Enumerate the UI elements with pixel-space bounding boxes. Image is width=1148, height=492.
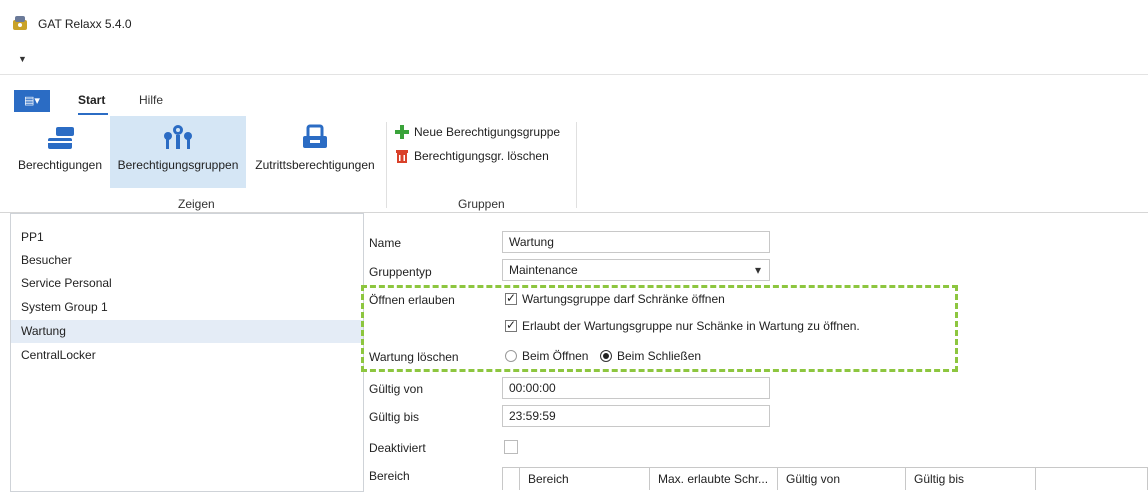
oeffnen-checkbox[interactable] xyxy=(505,291,517,305)
gueltig-von-input[interactable]: 00:00:00 xyxy=(502,377,770,399)
bereich-grid[interactable]: Bereich Max. erlaubte Schr... Gültig von… xyxy=(502,467,1148,490)
tab-hilfe[interactable]: Hilfe xyxy=(139,93,163,107)
zutrittsberechtigungen-button[interactable]: Zutrittsberechtigungen xyxy=(248,116,382,188)
nur-wartung-checkbox[interactable] xyxy=(505,318,517,332)
wartung-loeschen-label: Wartung löschen xyxy=(369,350,459,364)
app-logo-icon xyxy=(12,15,28,31)
ribbon: Berechtigungen Berechtigungsgruppen Zutr… xyxy=(0,116,1148,213)
beim-oeffnen-label: Beim Öffnen xyxy=(522,349,589,363)
window-title: GAT Relaxx 5.4.0 xyxy=(38,17,132,31)
list-item-selected[interactable]: Wartung xyxy=(11,320,363,343)
name-input[interactable]: Wartung xyxy=(502,231,770,253)
berechtigungsgruppen-label: Berechtigungsgruppen xyxy=(117,158,239,172)
grid-column-header[interactable]: Bereich xyxy=(519,468,649,490)
beim-schliessen-radio[interactable] xyxy=(600,350,612,362)
ribbon-group-divider xyxy=(576,122,577,208)
divider xyxy=(0,74,1148,75)
berechtigungen-label: Berechtigungen xyxy=(17,158,103,172)
nur-wartung-checkbox-label: Erlaubt der Wartungsgruppe nur Schänke i… xyxy=(522,319,860,333)
plus-icon xyxy=(395,125,409,139)
group-label-gruppen: Gruppen xyxy=(458,197,505,211)
deaktiviert-checkbox[interactable] xyxy=(504,440,518,454)
card-reader-icon xyxy=(303,124,327,148)
zutrittsberechtigungen-label: Zutrittsberechtigungen xyxy=(255,158,375,172)
gueltig-von-label: Gültig von xyxy=(369,382,424,396)
grid-column-header[interactable]: Gültig von xyxy=(777,468,905,490)
dropdown-arrow-icon[interactable]: ▼ xyxy=(18,54,27,64)
grid-row-selector xyxy=(503,468,519,490)
grid-column-header-empty xyxy=(1035,468,1147,490)
name-label: Name xyxy=(369,236,402,250)
trash-icon xyxy=(396,150,408,163)
oeffnen-checkbox-label: Wartungsgruppe darf Schränke öffnen xyxy=(522,292,725,306)
deaktiviert-label: Deaktiviert xyxy=(369,441,426,455)
gruppe-loeschen-label: Berechtigungsgr. löschen xyxy=(414,149,549,163)
gruppentyp-select[interactable]: Maintenance xyxy=(502,259,770,281)
bereich-label: Bereich xyxy=(369,469,410,483)
list-item[interactable]: CentralLocker xyxy=(11,344,363,367)
gueltig-bis-input[interactable]: 23:59:59 xyxy=(502,405,770,427)
neue-gruppe-button[interactable]: Neue Berechtigungsgruppe xyxy=(394,122,560,142)
list-item[interactable]: PP1 xyxy=(11,226,363,249)
neue-gruppe-label: Neue Berechtigungsgruppe xyxy=(414,125,561,139)
gruppentyp-label: Gruppentyp xyxy=(369,265,432,279)
berechtigungen-button[interactable]: Berechtigungen xyxy=(12,116,108,188)
list-item[interactable]: Service Personal xyxy=(11,272,363,295)
group-label-zeigen: Zeigen xyxy=(178,197,215,211)
oeffnen-erlauben-label: Öffnen erlauben xyxy=(369,293,455,307)
grid-column-header[interactable]: Max. erlaubte Schr... xyxy=(649,468,777,490)
list-item[interactable]: Besucher xyxy=(11,249,363,272)
tab-start[interactable]: Start xyxy=(78,93,105,107)
keys-group-icon xyxy=(164,125,192,149)
beim-schliessen-label: Beim Schließen xyxy=(617,349,702,363)
ribbon-group-divider xyxy=(386,122,387,208)
active-tab-indicator xyxy=(78,113,108,115)
cards-icon xyxy=(48,127,74,149)
beim-oeffnen-radio[interactable] xyxy=(505,350,517,362)
gruppe-loeschen-button[interactable]: Berechtigungsgr. löschen xyxy=(394,146,549,166)
menu-icon[interactable]: ▤▾ xyxy=(14,90,50,112)
berechtigungsgruppen-button[interactable]: Berechtigungsgruppen xyxy=(110,116,246,188)
grid-column-header[interactable]: Gültig bis xyxy=(905,468,1035,490)
list-item[interactable]: System Group 1 xyxy=(11,296,363,319)
group-list[interactable]: PP1 Besucher Service Personal System Gro… xyxy=(10,213,364,492)
gueltig-bis-label: Gültig bis xyxy=(369,410,420,424)
title-bar xyxy=(0,0,1148,44)
